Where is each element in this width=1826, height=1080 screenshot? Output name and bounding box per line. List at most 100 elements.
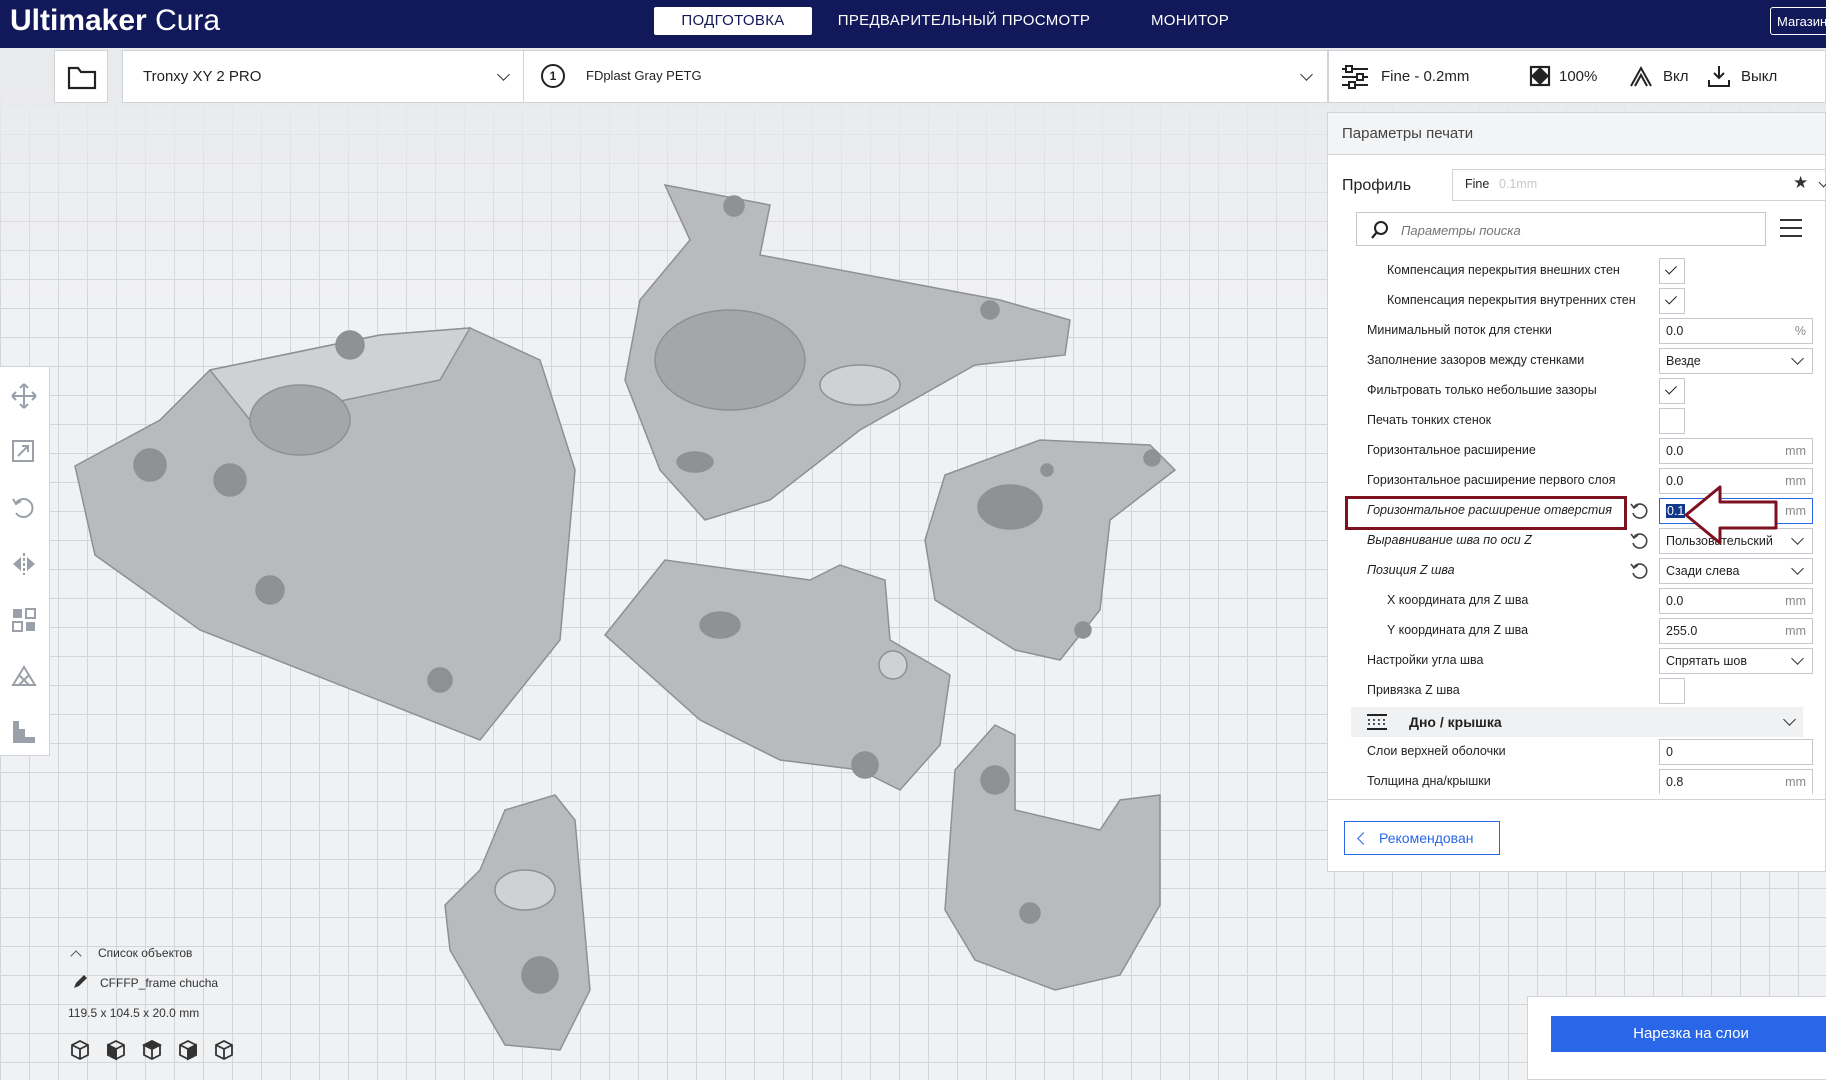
profile-selector[interactable]: Fine 0.1mm ★ xyxy=(1452,169,1826,201)
extruder-icon: 1 xyxy=(541,64,565,88)
select-dropdown[interactable]: Сзади слева xyxy=(1659,558,1813,584)
view-3d-icon xyxy=(71,1039,89,1061)
support-blocker-icon[interactable] xyxy=(11,663,37,689)
profile-layer-height: 0.1mm xyxy=(1499,177,1538,191)
infill-icon xyxy=(1529,65,1551,87)
model-part-6[interactable] xyxy=(944,724,1161,991)
annotation-highlight-box xyxy=(1345,496,1627,530)
setting-row: Настройки угла шва Спрятать шов xyxy=(1328,646,1825,676)
setting-row: Компенсация перекрытия внутренних стен xyxy=(1328,286,1825,316)
setting-row: Минимальный поток для стенки 0.0% xyxy=(1328,316,1825,346)
setting-row: Фильтровать только небольшие зазоры xyxy=(1328,376,1825,406)
checkbox[interactable] xyxy=(1659,288,1685,314)
printer-name: Tronxy XY 2 PRO xyxy=(143,68,262,85)
store-button[interactable]: Магазин xyxy=(1770,7,1826,35)
material-selector[interactable]: 1 FDplast Gray PETG xyxy=(524,50,1328,103)
number-input[interactable]: 0.0 mm xyxy=(1659,438,1813,464)
panel-title: Параметры печати xyxy=(1328,113,1825,155)
settings-search[interactable] xyxy=(1356,212,1766,246)
chevron-down-icon xyxy=(1791,352,1804,365)
per-model-settings-icon[interactable] xyxy=(11,607,37,633)
folder-icon xyxy=(67,66,97,90)
setting-row: Позиция Z шва Сзади слева xyxy=(1328,556,1825,586)
pencil-icon[interactable] xyxy=(72,974,88,990)
star-icon[interactable]: ★ xyxy=(1793,173,1808,193)
top-bottom-icon xyxy=(1367,714,1387,730)
search-input[interactable] xyxy=(1399,219,1753,241)
search-icon xyxy=(1371,221,1388,239)
tab-monitor[interactable]: МОНИТОР xyxy=(1134,7,1246,35)
setting-row: Печать тонких стенок xyxy=(1328,406,1825,436)
annotation-arrow-icon xyxy=(1684,485,1778,545)
chevron-down-icon xyxy=(1791,562,1804,575)
layer-view-icon[interactable] xyxy=(11,719,37,745)
check-icon xyxy=(1664,382,1678,395)
app-logo: Ultimaker Cura xyxy=(10,4,221,37)
reset-icon[interactable] xyxy=(1630,501,1648,519)
profile-summary: Fine - 0.2mm xyxy=(1381,68,1470,85)
adhesion-value: Выкл xyxy=(1741,68,1778,85)
support-icon xyxy=(1630,65,1652,87)
rotate-tool-icon[interactable] xyxy=(11,495,37,521)
checkbox[interactable] xyxy=(1659,258,1685,284)
number-input[interactable]: 0.0 mm xyxy=(1659,588,1813,614)
material-name: FDplast Gray PETG xyxy=(586,68,702,83)
print-setup-bar[interactable]: Fine - 0.2mm 100% Вкл Выкл xyxy=(1328,50,1826,103)
setting-row: X координата для Z шва 0.0 mm xyxy=(1328,586,1825,616)
number-input[interactable]: 0.0% xyxy=(1659,318,1813,344)
category-title: Дно / крышка xyxy=(1409,714,1502,730)
setting-row: Горизонтальное расширение 0.0 mm xyxy=(1328,436,1825,466)
scale-tool-icon[interactable] xyxy=(11,439,37,465)
chevron-down-icon xyxy=(1791,532,1804,545)
object-name: CFFFP_frame chucha xyxy=(100,976,219,990)
number-input[interactable]: 0 xyxy=(1659,739,1813,765)
setting-row: Компенсация перекрытия внешних стен xyxy=(1328,256,1825,286)
checkbox[interactable] xyxy=(1659,408,1685,434)
recommended-button[interactable]: Рекомендован xyxy=(1344,821,1500,855)
recommended-label: Рекомендован xyxy=(1379,830,1474,846)
printer-selector[interactable]: Tronxy XY 2 PRO xyxy=(122,50,524,103)
number-input[interactable]: 0.8 mm xyxy=(1659,769,1813,794)
select-dropdown[interactable]: Везде xyxy=(1659,348,1813,374)
number-input[interactable]: 255.0 mm xyxy=(1659,618,1813,644)
chevron-down-icon xyxy=(497,68,510,81)
left-toolbar xyxy=(0,366,50,756)
chevron-left-icon xyxy=(1357,832,1370,845)
checkbox[interactable] xyxy=(1659,678,1685,704)
chevron-down-icon xyxy=(1791,652,1804,665)
open-file-button[interactable] xyxy=(54,50,108,103)
slice-button[interactable]: Нарезка на слои xyxy=(1551,1016,1826,1052)
checkbox[interactable] xyxy=(1659,378,1685,404)
reset-icon[interactable] xyxy=(1630,531,1648,549)
check-icon xyxy=(1664,292,1678,305)
model-part-5[interactable] xyxy=(444,794,591,1051)
object-list-header[interactable]: Список объектов xyxy=(98,946,192,960)
setting-row: Привязка Z шва xyxy=(1328,676,1825,706)
check-icon xyxy=(1664,262,1678,275)
adhesion-icon xyxy=(1708,66,1730,87)
tab-preview[interactable]: ПРЕДВАРИТЕЛЬНЫЙ ПРОСМОТР xyxy=(834,7,1094,35)
profile-label: Профиль xyxy=(1342,177,1412,194)
panel-divider xyxy=(1328,799,1825,800)
reset-icon[interactable] xyxy=(1630,561,1648,579)
chevron-down-icon xyxy=(1818,177,1826,188)
mirror-tool-icon[interactable] xyxy=(11,551,37,577)
chevron-down-icon xyxy=(1300,68,1313,81)
chevron-down-icon xyxy=(1783,713,1796,726)
support-value: Вкл xyxy=(1663,68,1689,85)
setting-row: Y координата для Z шва 255.0 mm xyxy=(1328,616,1825,646)
object-dimensions: 119.5 x 104.5 x 20.0 mm xyxy=(68,1006,200,1020)
view-buttons xyxy=(71,1039,233,1061)
select-dropdown[interactable]: Спрятать шов xyxy=(1659,648,1813,674)
profile-value: Fine xyxy=(1465,177,1490,191)
infill-value: 100% xyxy=(1559,68,1598,85)
category-top-bottom[interactable]: Дно / крышка xyxy=(1351,707,1803,737)
setting-row: Заполнение зазоров между стенками Везде xyxy=(1328,346,1825,376)
setting-row: Толщина дна/крышки 0.8 mm xyxy=(1328,767,1825,794)
move-tool-icon[interactable] xyxy=(11,383,37,409)
sliders-icon xyxy=(1342,65,1368,89)
setting-row: Слои верхней оболочки 0 xyxy=(1328,737,1825,767)
view-right-icon xyxy=(215,1039,233,1061)
settings-menu-icon[interactable] xyxy=(1780,219,1802,239)
tab-prepare[interactable]: ПОДГОТОВКА xyxy=(654,7,812,35)
